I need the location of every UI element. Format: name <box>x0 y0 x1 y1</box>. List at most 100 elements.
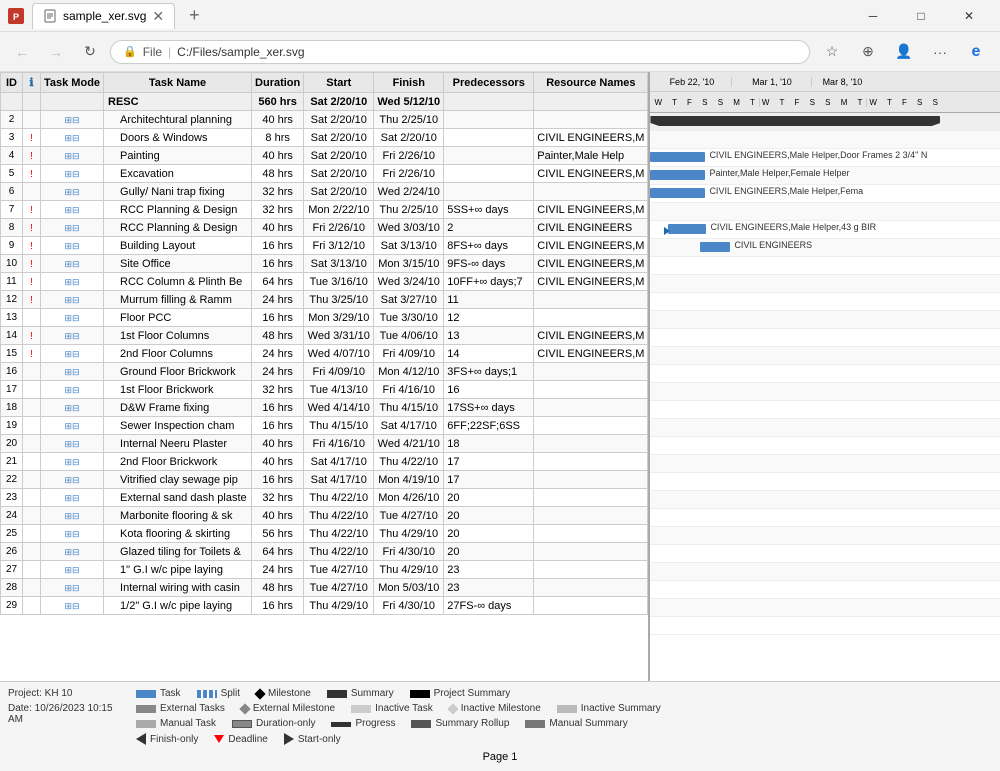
legend-row-4: Finish-only Deadline Start-only <box>136 731 992 747</box>
cell-info <box>23 93 41 111</box>
cell-duration: 32 hrs <box>252 381 304 399</box>
cell-start: Fri 4/16/10 <box>304 435 374 453</box>
cell-info <box>23 111 41 129</box>
table-row: 28⊞⊟Internal wiring with casin48 hrsTue … <box>1 579 648 597</box>
gantt-row <box>650 617 1000 635</box>
cell-start: Sat 4/17/10 <box>304 453 374 471</box>
cell-start: Thu 4/22/10 <box>304 543 374 561</box>
cell-resource <box>534 111 648 129</box>
legend-inactive-task-bar <box>351 705 371 713</box>
active-tab[interactable]: sample_xer.svg ✕ <box>32 3 175 29</box>
col-header-id: ID <box>1 73 23 93</box>
table-row: 12!⊞⊟Murrum filling & Ramm24 hrsThu 3/25… <box>1 291 648 309</box>
maximize-button[interactable]: □ <box>898 0 944 32</box>
cell-pred: 6FF;22SF;6SS <box>444 417 534 435</box>
cell-resource: CIVIL ENGINEERS,M <box>534 327 648 345</box>
cell-pred: 18 <box>444 435 534 453</box>
more-button[interactable]: ··· <box>924 36 956 68</box>
cell-duration: 16 hrs <box>252 255 304 273</box>
back-button[interactable]: ← <box>8 38 36 66</box>
cell-finish: Thu 4/29/10 <box>374 561 444 579</box>
cell-duration: 64 hrs <box>252 543 304 561</box>
cell-duration: 40 hrs <box>252 435 304 453</box>
cell-finish: Mon 4/12/10 <box>374 363 444 381</box>
col-header-pred: Predecessors <box>444 73 534 93</box>
cell-info <box>23 309 41 327</box>
url-text: C:/Files/sample_xer.svg <box>177 45 797 59</box>
cell-finish: Wed 4/21/10 <box>374 435 444 453</box>
gantt-layout: ID ℹ Task Mode Task Name Duration Start … <box>0 72 1000 681</box>
cell-info <box>23 525 41 543</box>
cell-id: 23 <box>1 489 23 507</box>
cell-mode: ⊞⊟ <box>41 489 104 507</box>
gantt-bar-label: CIVIL ENGINEERS,Male Helper,43 g BIR <box>710 222 876 232</box>
days-row-2: W T F S S M T <box>760 98 867 107</box>
table-row: 25⊞⊟Kota flooring & skirting56 hrsThu 4/… <box>1 525 648 543</box>
cell-id <box>1 93 23 111</box>
cell-id: 5 <box>1 165 23 183</box>
minimize-button[interactable]: ─ <box>850 0 896 32</box>
url-bar[interactable]: 🔒 File | C:/Files/sample_xer.svg <box>110 40 810 64</box>
cell-info: ! <box>23 237 41 255</box>
cell-mode: ⊞⊟ <box>41 525 104 543</box>
legend-ext-milestone-label: External Milestone <box>253 703 335 714</box>
legend-manual-task-label: Manual Task <box>160 718 216 729</box>
cell-finish: Fri 4/16/10 <box>374 381 444 399</box>
cell-finish: Fri 4/09/10 <box>374 345 444 363</box>
cell-start: Thu 4/22/10 <box>304 525 374 543</box>
cell-id: 26 <box>1 543 23 561</box>
cell-info <box>23 399 41 417</box>
legend-ext-milestone: External Milestone <box>241 703 335 714</box>
cell-id: 2 <box>1 111 23 129</box>
cell-duration: 56 hrs <box>252 525 304 543</box>
cell-taskname: Kota flooring & skirting <box>104 525 252 543</box>
refresh-button[interactable]: ↻ <box>76 38 104 66</box>
legend-duration-label: Duration-only <box>256 718 315 729</box>
cell-resource: CIVIL ENGINEERS,M <box>534 165 648 183</box>
legend-row-1: Task Split Milestone Summary <box>136 686 992 701</box>
cell-info <box>23 543 41 561</box>
cell-taskname: Doors & Windows <box>104 129 252 147</box>
legend-summary-rollup-label: Summary Rollup <box>435 718 509 729</box>
cell-taskname: 1/2" G.I w/c pipe laying <box>104 597 252 615</box>
gantt-table-body: RESC560 hrsSat 2/20/10Wed 5/12/102⊞⊟Arch… <box>1 93 648 615</box>
cell-pred <box>444 147 534 165</box>
legend-task-label: Task <box>160 688 181 699</box>
data-table-container: ID ℹ Task Mode Task Name Duration Start … <box>0 72 648 681</box>
cell-finish: Tue 4/27/10 <box>374 507 444 525</box>
collections-button[interactable]: ⊕ <box>852 36 884 68</box>
cell-id: 6 <box>1 183 23 201</box>
cell-duration: 16 hrs <box>252 399 304 417</box>
cell-id: 4 <box>1 147 23 165</box>
cell-taskname: Ground Floor Brickwork <box>104 363 252 381</box>
cell-mode: ⊞⊟ <box>41 543 104 561</box>
cell-pred: 17 <box>444 453 534 471</box>
favorites-button[interactable]: ☆ <box>816 36 848 68</box>
cell-duration: 24 hrs <box>252 345 304 363</box>
profile-button[interactable]: 👤 <box>888 36 920 68</box>
gantt-area: ID ℹ Task Mode Task Name Duration Start … <box>0 72 1000 771</box>
project-name: Project: KH 10 <box>8 686 128 701</box>
tab-close-button[interactable]: ✕ <box>152 8 164 25</box>
cell-start: Thu 3/25/10 <box>304 291 374 309</box>
legend-inactive-summary-label: Inactive Summary <box>581 703 661 714</box>
forward-button[interactable]: → <box>42 38 70 66</box>
close-button[interactable]: ✕ <box>946 0 992 32</box>
cell-resource <box>534 453 648 471</box>
table-row: 29⊞⊟1/2" G.I w/c pipe laying16 hrsThu 4/… <box>1 597 648 615</box>
cell-duration: 16 hrs <box>252 597 304 615</box>
cell-resource: CIVIL ENGINEERS,M <box>534 255 648 273</box>
cell-finish: Mon 4/26/10 <box>374 489 444 507</box>
cell-pred: 10FF+∞ days;7 <box>444 273 534 291</box>
cell-id: 7 <box>1 201 23 219</box>
legend-project-summary: Project Summary <box>410 688 511 699</box>
cell-taskname: 1st Floor Brickwork <box>104 381 252 399</box>
legend-split-bar <box>197 690 217 698</box>
cell-id: 10 <box>1 255 23 273</box>
cell-start: Fri 2/26/10 <box>304 219 374 237</box>
cell-pred: 27FS-∞ days <box>444 597 534 615</box>
col-header-duration: Duration <box>252 73 304 93</box>
legend-manual-summary-bar <box>525 720 545 728</box>
cell-finish: Tue 4/06/10 <box>374 327 444 345</box>
new-tab-button[interactable]: + <box>183 5 206 26</box>
